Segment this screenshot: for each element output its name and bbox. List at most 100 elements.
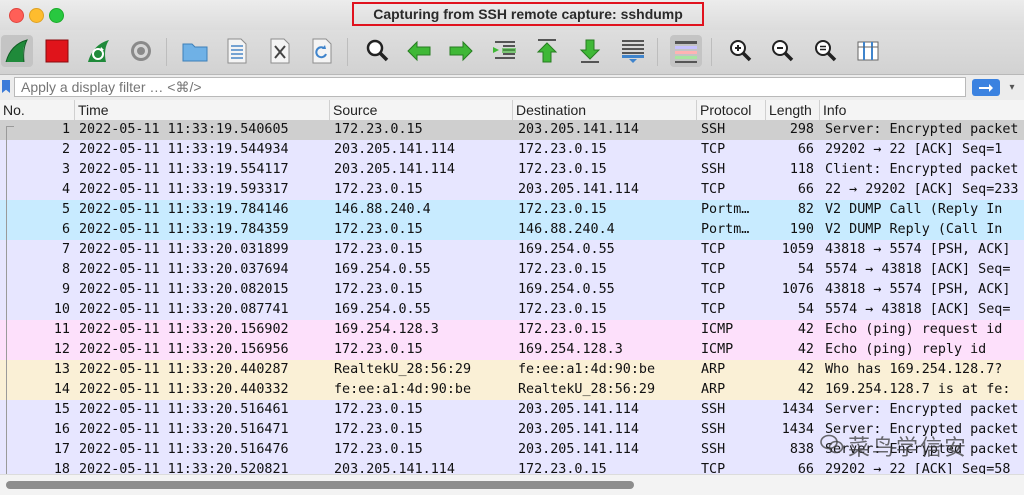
stop-capture-button[interactable]	[41, 35, 73, 67]
horizontal-scrollbar[interactable]	[0, 474, 1024, 495]
zoom-out-button[interactable]	[766, 35, 798, 67]
packet-source: 172.23.0.15	[334, 182, 423, 197]
table-row[interactable]: 3 2022-05-11 11:33:19.554117 203.205.141.1…	[0, 160, 1024, 180]
column-header-protocol[interactable]: Protocol	[696, 100, 765, 120]
restart-capture-icon	[88, 40, 109, 62]
apply-filter-button[interactable]	[972, 79, 1000, 96]
packet-time: 2022-05-11 11:33:19.784146	[79, 202, 289, 217]
close-file-button[interactable]	[264, 35, 296, 67]
packet-destination: 172.23.0.15	[518, 142, 607, 157]
table-row[interactable]: 2 2022-05-11 11:33:19.544934 203.205.141.1…	[0, 140, 1024, 160]
find-packet-button[interactable]	[361, 35, 393, 67]
table-row[interactable]: 13 2022-05-11 11:33:20.440287 RealtekU_28:…	[0, 360, 1024, 380]
zoom-in-button[interactable]	[724, 35, 756, 67]
go-back-button[interactable]	[403, 35, 435, 67]
packet-protocol: ICMP	[701, 322, 734, 337]
packet-time: 2022-05-11 11:33:20.516476	[79, 442, 289, 457]
packet-destination: 172.23.0.15	[518, 202, 607, 217]
filter-bookmark-icon[interactable]	[2, 80, 10, 93]
resize-columns-button[interactable]	[852, 35, 884, 67]
table-row[interactable]: 4 2022-05-11 11:33:19.593317 172.23.0.15 20…	[0, 180, 1024, 200]
arrow-right-icon	[979, 83, 993, 92]
table-row[interactable]: 14 2022-05-11 11:33:20.440332 fe:ee:a1:4d:…	[0, 380, 1024, 400]
normal-size-icon	[815, 40, 837, 62]
packet-protocol: TCP	[701, 262, 726, 277]
open-folder-icon	[182, 43, 208, 62]
go-to-packet-button[interactable]	[489, 35, 521, 67]
display-filter-input[interactable]	[14, 77, 966, 97]
reload-file-button[interactable]	[306, 35, 338, 67]
go-first-packet-button[interactable]	[531, 35, 563, 67]
packet-destination: 172.23.0.15	[518, 302, 607, 317]
packet-length: 66	[797, 462, 814, 474]
column-header-no[interactable]: No.	[0, 100, 74, 120]
packet-destination: 203.205.141.114	[518, 402, 639, 417]
column-header-destination[interactable]: Destination	[512, 100, 696, 120]
packet-source: 146.88.240.4	[334, 202, 431, 217]
packet-destination: 172.23.0.15	[518, 162, 607, 177]
table-row[interactable]: 5 2022-05-11 11:33:19.784146 146.88.240.4 1…	[0, 200, 1024, 220]
packet-info: 169.254.128.7 is at fe:	[825, 382, 1011, 397]
start-capture-button[interactable]	[1, 35, 33, 67]
packet-source: 169.254.0.55	[334, 262, 431, 277]
window-minimize-button[interactable]	[29, 8, 44, 23]
autoscroll-button[interactable]	[617, 35, 649, 67]
packet-number: 3	[61, 162, 70, 177]
table-row[interactable]: 1 2022-05-11 11:33:19.540605 172.23.0.15 20…	[0, 120, 1024, 140]
packet-length: 42	[797, 322, 814, 337]
packet-length: 1434	[781, 402, 814, 417]
packet-destination: 203.205.141.114	[518, 182, 639, 197]
packet-destination: fe:ee:a1:4d:90:be	[518, 362, 656, 377]
go-forward-button[interactable]	[445, 35, 477, 67]
window-close-button[interactable]	[9, 8, 24, 23]
open-file-button[interactable]	[179, 35, 211, 67]
packet-length: 1059	[781, 242, 814, 257]
column-header-time[interactable]: Time	[74, 100, 329, 120]
packet-info: Echo (ping) reply id	[825, 342, 987, 357]
table-row[interactable]: 6 2022-05-11 11:33:19.784359 172.23.0.15 14…	[0, 220, 1024, 240]
packet-protocol: TCP	[701, 302, 726, 317]
window-maximize-button[interactable]	[49, 8, 64, 23]
go-last-packet-button[interactable]	[574, 35, 606, 67]
table-row[interactable]: 12 2022-05-11 11:33:20.156956 172.23.0.15 1…	[0, 340, 1024, 360]
go-first-packet-icon	[536, 39, 558, 63]
packet-source: 172.23.0.15	[334, 242, 423, 257]
column-header-info[interactable]: Info	[819, 100, 1024, 120]
packet-protocol: TCP	[701, 462, 726, 474]
capture-options-button[interactable]	[125, 35, 157, 67]
table-row[interactable]: 15 2022-05-11 11:33:20.516461 172.23.0.15 2…	[0, 400, 1024, 420]
packet-length: 54	[797, 302, 814, 317]
table-row[interactable]: 9 2022-05-11 11:33:20.082015 172.23.0.15 16…	[0, 280, 1024, 300]
save-file-button[interactable]	[221, 35, 253, 67]
table-row[interactable]: 8 2022-05-11 11:33:20.037694 169.254.0.55 1…	[0, 260, 1024, 280]
packet-time: 2022-05-11 11:33:19.554117	[79, 162, 289, 177]
packet-info: Client: Encrypted packet	[825, 162, 1019, 177]
table-row[interactable]: 7 2022-05-11 11:33:20.031899 172.23.0.15 16…	[0, 240, 1024, 260]
packet-source: 172.23.0.15	[334, 342, 423, 357]
packet-destination: 203.205.141.114	[518, 442, 639, 457]
packet-destination: 172.23.0.15	[518, 462, 607, 474]
table-row[interactable]: 18 2022-05-11 11:33:20.520821 203.205.141.…	[0, 460, 1024, 474]
horizontal-scrollbar-thumb[interactable]	[6, 481, 634, 489]
chevron-down-icon: ▾	[1009, 82, 1015, 93]
packet-protocol: Portm…	[701, 202, 750, 217]
packet-length: 838	[789, 442, 814, 457]
packet-number: 14	[53, 382, 70, 397]
normal-size-button[interactable]	[809, 35, 841, 67]
packet-source: 172.23.0.15	[334, 222, 423, 237]
packet-time: 2022-05-11 11:33:19.784359	[79, 222, 289, 237]
packet-list: 1 2022-05-11 11:33:19.540605 172.23.0.15 20…	[0, 120, 1024, 474]
display-filter-bar: ▾	[0, 75, 1024, 100]
packet-protocol: TCP	[701, 282, 726, 297]
shark-fin-start-icon	[5, 39, 28, 63]
column-header-source[interactable]: Source	[329, 100, 512, 120]
restart-capture-button[interactable]	[83, 35, 115, 67]
colorize-button[interactable]	[670, 35, 702, 67]
packet-time: 2022-05-11 11:33:20.082015	[79, 282, 289, 297]
table-row[interactable]: 11 2022-05-11 11:33:20.156902 169.254.128.…	[0, 320, 1024, 340]
packet-length: 42	[797, 342, 814, 357]
table-row[interactable]: 10 2022-05-11 11:33:20.087741 169.254.0.55…	[0, 300, 1024, 320]
filter-dropdown-button[interactable]: ▾	[1006, 79, 1018, 96]
packet-time: 2022-05-11 11:33:20.440287	[79, 362, 289, 377]
column-header-length[interactable]: Length	[765, 100, 819, 120]
